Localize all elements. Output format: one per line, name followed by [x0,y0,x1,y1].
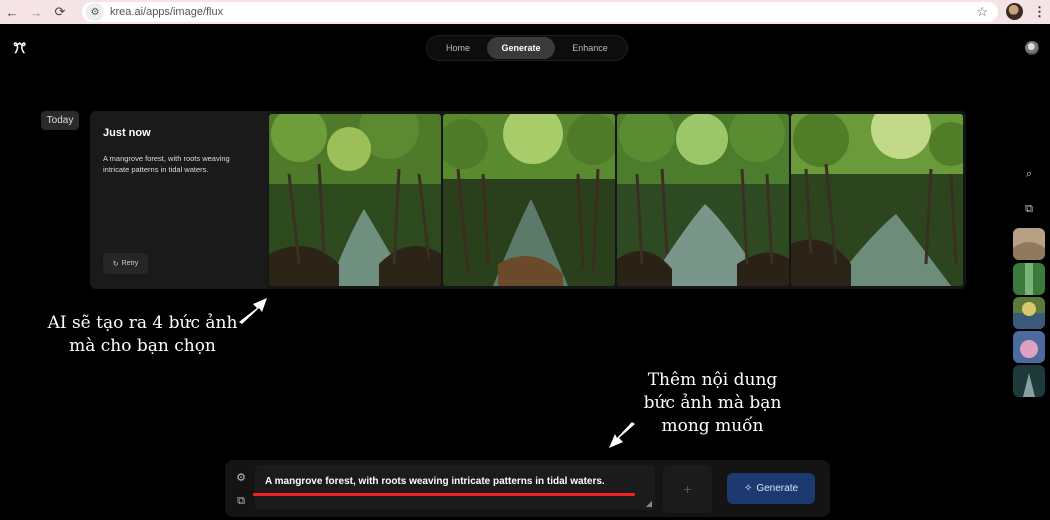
recent-thumbnail-4[interactable] [1013,331,1045,363]
back-icon[interactable]: ← [0,0,24,24]
browser-profile-avatar[interactable] [1006,3,1023,20]
recent-thumbnail-2[interactable] [1013,263,1045,295]
annotation-arrow-right [609,422,635,448]
user-avatar[interactable] [1025,41,1039,55]
tab-home[interactable]: Home [429,37,487,59]
recent-thumbnail-5[interactable] [1013,365,1045,397]
search-icon[interactable]: ⌕ [1020,165,1038,183]
highlight-underline [253,493,635,496]
generation-time: Just now [103,127,151,139]
prompt-input-text[interactable]: A mangrove forest, with roots weaving in… [265,476,605,487]
prompt-input[interactable]: A mangrove forest, with roots weaving in… [255,465,655,510]
tab-enhance[interactable]: Enhance [555,37,625,59]
generate-button[interactable]: ✧ Generate [727,473,815,504]
sparkle-icon: ✧ [743,483,753,494]
site-info-icon[interactable]: ⚙ [86,3,104,21]
browser-chrome: ← → ⟳ ⚙ krea.ai/apps/image/flux ☆ ⋮ [0,0,1050,24]
generation-prompt: A mangrove forest, with roots weaving in… [103,154,230,174]
annotation-four-images: AI sẽ tạo ra 4 bức ảnh mà cho bạn chọn [47,313,238,356]
address-bar[interactable]: ⚙ krea.ai/apps/image/flux ☆ [82,2,998,22]
date-group-label: Today [41,111,79,130]
share-icon[interactable]: ⧉ [1020,200,1038,218]
annotation-arrow-left [239,298,267,324]
retry-button[interactable]: ↻ Retry [103,253,148,274]
generated-image-1[interactable] [269,114,441,286]
resize-handle-icon[interactable]: ◢ [646,499,652,508]
generated-image-4[interactable] [791,114,963,286]
right-rail: ⌕ ⧉ [1009,156,1050,401]
bookmark-star-icon[interactable]: ☆ [976,4,988,20]
retry-icon: ↻ [112,260,119,268]
share-icon[interactable]: ⧉ [233,493,249,509]
annotation-add-prompt: Thêm nội dung bức ảnh mà bạn mong muốn [643,370,782,436]
prompt-bar: ⚙ ⧉ A mangrove forest, with roots weavin… [225,460,830,517]
settings-icon[interactable]: ⚙ [233,469,249,485]
generation-card: Just now A mangrove forest, with roots w… [90,111,966,289]
tab-generate[interactable]: Generate [487,37,555,59]
recent-thumbnail-3[interactable] [1013,297,1045,329]
generated-image-3[interactable] [617,114,789,286]
recent-thumbnail-1[interactable] [1013,228,1045,260]
retry-label: Retry [121,260,139,267]
browser-menu-icon[interactable]: ⋮ [1033,4,1046,20]
generated-image-2[interactable] [443,114,615,286]
main-nav-tabs: Home Generate Enhance [426,35,628,61]
add-image-button[interactable]: + [663,465,712,513]
krea-logo[interactable]: ꔫ [13,40,26,57]
reload-icon[interactable]: ⟳ [48,0,72,24]
generation-info-panel: Just now A mangrove forest, with roots w… [90,111,268,289]
url-text[interactable]: krea.ai/apps/image/flux [110,6,223,18]
forward-icon[interactable]: → [24,0,48,24]
generate-label: Generate [756,483,799,494]
